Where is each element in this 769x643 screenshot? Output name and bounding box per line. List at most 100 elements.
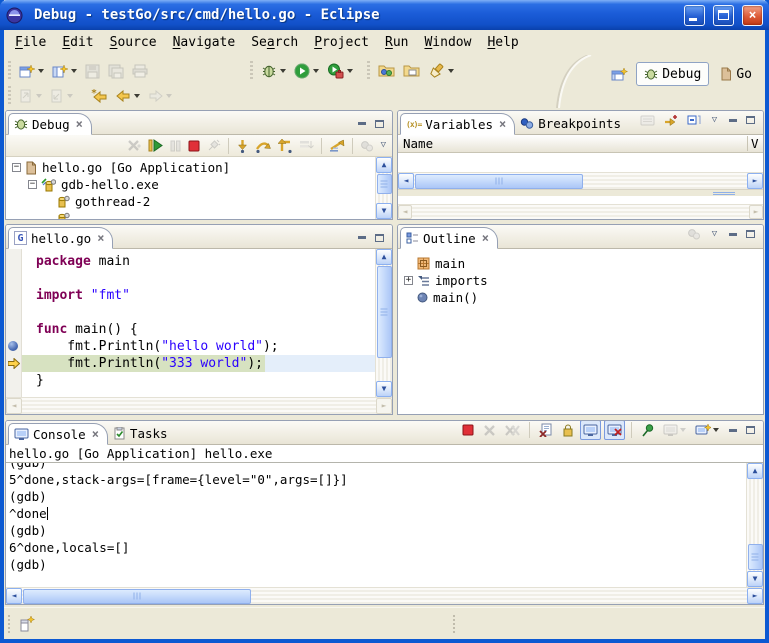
tree-expander[interactable]: +: [404, 276, 413, 285]
console-vscrollbar[interactable]: ▲ ▼: [746, 463, 763, 587]
external-tools-button[interactable]: [323, 59, 357, 83]
breakpoints-tab[interactable]: Breakpoints: [515, 112, 629, 134]
scroll-thumb[interactable]: [748, 544, 763, 570]
close-button[interactable]: ×: [742, 5, 763, 26]
instruction-pointer-icon[interactable]: [8, 358, 20, 369]
menu-source[interactable]: Source: [103, 33, 164, 52]
outline-tab-close-icon[interactable]: ×: [480, 232, 489, 244]
scroll-down-arrow[interactable]: ▼: [376, 381, 392, 397]
maximize-button[interactable]: [713, 5, 734, 26]
editor-annotation-ruler[interactable]: [6, 249, 22, 397]
step-over-button[interactable]: [253, 136, 274, 156]
tree-item[interactable]: −hello.go [Go Application]: [6, 159, 375, 176]
tree-item[interactable]: main: [398, 255, 763, 272]
menu-search[interactable]: Search: [244, 33, 305, 52]
pin-console-button[interactable]: [638, 420, 657, 440]
debug-view-tab[interactable]: Debug ×: [8, 113, 92, 135]
resume-button[interactable]: [145, 136, 166, 156]
tree-item[interactable]: +imports: [398, 272, 763, 289]
console-maximize-button[interactable]: [743, 424, 758, 437]
external-tools-dropdown[interactable]: [347, 69, 353, 73]
tasks-tab[interactable]: Tasks: [108, 422, 176, 444]
console-terminate-button[interactable]: [459, 420, 477, 440]
search-button[interactable]: [424, 59, 458, 83]
debug-view-minimize-button[interactable]: [354, 117, 369, 130]
console-minimize-button[interactable]: [725, 424, 740, 437]
variables-details-pane[interactable]: [398, 196, 763, 204]
menu-run[interactable]: Run: [378, 33, 415, 52]
debug-view-maximize-button[interactable]: [372, 117, 387, 130]
scroll-down-arrow[interactable]: ▼: [747, 571, 763, 587]
tree-item[interactable]: main(): [398, 289, 763, 306]
scroll-left-arrow[interactable]: ◄: [6, 588, 22, 604]
scroll-thumb[interactable]: [415, 174, 583, 189]
outline-maximize-button[interactable]: [743, 228, 758, 241]
perspective-debug-button[interactable]: Debug: [636, 62, 709, 86]
new-go-element-dropdown[interactable]: [71, 69, 77, 73]
open-perspective-button[interactable]: [607, 62, 632, 86]
scroll-right-arrow[interactable]: ►: [747, 173, 763, 189]
scroll-down-arrow[interactable]: ▼: [376, 203, 392, 219]
search-dropdown[interactable]: [448, 69, 454, 73]
open-artifact-button[interactable]: [374, 59, 399, 83]
run-button[interactable]: [290, 59, 323, 83]
debug-view-menu-button[interactable]: ▽: [378, 136, 389, 156]
outline-view-menu-button[interactable]: ▽: [707, 228, 722, 241]
code-area[interactable]: package mainimport "fmt"func main() { fm…: [22, 249, 375, 397]
menu-project[interactable]: Project: [307, 33, 376, 52]
tree-expander[interactable]: −: [28, 180, 37, 189]
variables-view-maximize-button[interactable]: [743, 114, 758, 127]
minimize-button[interactable]: [684, 5, 705, 26]
show-stderr-button[interactable]: [604, 420, 625, 440]
tree-item[interactable]: [6, 210, 375, 219]
tree-expander[interactable]: −: [12, 163, 21, 172]
variables-table-body[interactable]: [398, 153, 763, 172]
variables-tab[interactable]: (x)= Variables ×: [400, 113, 515, 135]
scroll-thumb[interactable]: [23, 589, 251, 604]
collapse-all-button[interactable]: [684, 110, 704, 130]
back-dropdown[interactable]: [134, 94, 140, 98]
fast-view-button[interactable]: [16, 613, 38, 635]
terminate-button[interactable]: [185, 136, 203, 156]
new-wizard-button[interactable]: [15, 59, 48, 83]
outline-tab[interactable]: Outline ×: [400, 227, 498, 249]
tree-item[interactable]: gothread-2: [6, 193, 375, 210]
use-step-filters-button[interactable]: [326, 136, 348, 156]
variables-hscrollbar[interactable]: ◄ ►: [398, 172, 763, 189]
outline-minimize-button[interactable]: [725, 228, 740, 241]
scroll-thumb[interactable]: [377, 174, 392, 194]
console-tab[interactable]: Console ×: [8, 423, 108, 445]
tree-item[interactable]: −gdb-hello.exe: [6, 176, 375, 193]
variables-view-minimize-button[interactable]: [725, 114, 740, 127]
new-go-element-button[interactable]: [48, 59, 81, 83]
editor-vscrollbar[interactable]: ▲ ▼: [375, 249, 392, 397]
debug-tree[interactable]: −hello.go [Go Application]−gdb-hello.exe…: [6, 157, 375, 219]
open-file-button[interactable]: [399, 59, 424, 83]
console-hscrollbar[interactable]: ◄ ►: [6, 587, 763, 604]
variables-tab-close-icon[interactable]: ×: [497, 118, 506, 130]
menu-window[interactable]: Window: [417, 33, 478, 52]
open-console-button[interactable]: [692, 420, 722, 440]
menu-help[interactable]: Help: [480, 33, 525, 52]
step-return-button[interactable]: [275, 136, 295, 156]
run-dropdown[interactable]: [313, 69, 319, 73]
add-watch-expression-button[interactable]: [661, 110, 681, 130]
menu-navigate[interactable]: Navigate: [166, 33, 243, 52]
editor-minimize-button[interactable]: [354, 231, 369, 244]
debug-dropdown[interactable]: [280, 69, 286, 73]
editor-tab-close-icon[interactable]: ×: [95, 232, 104, 244]
outline-tree[interactable]: main+importsmain(): [398, 249, 763, 414]
debug-tab-close-icon[interactable]: ×: [74, 118, 83, 130]
console-tab-close-icon[interactable]: ×: [90, 428, 99, 440]
scroll-right-arrow[interactable]: ►: [747, 588, 763, 604]
show-stdout-button[interactable]: [580, 420, 601, 440]
debug-button[interactable]: [257, 59, 290, 83]
clear-console-button[interactable]: [536, 420, 556, 440]
menu-edit[interactable]: Edit: [55, 33, 100, 52]
scroll-lock-button[interactable]: [559, 420, 577, 440]
scroll-up-arrow[interactable]: ▲: [376, 249, 392, 265]
variables-details-sash[interactable]: [398, 189, 763, 196]
scroll-up-arrow[interactable]: ▲: [376, 157, 392, 173]
editor-tab[interactable]: G hello.go ×: [8, 227, 113, 249]
last-edit-location-button[interactable]: *: [87, 84, 112, 108]
